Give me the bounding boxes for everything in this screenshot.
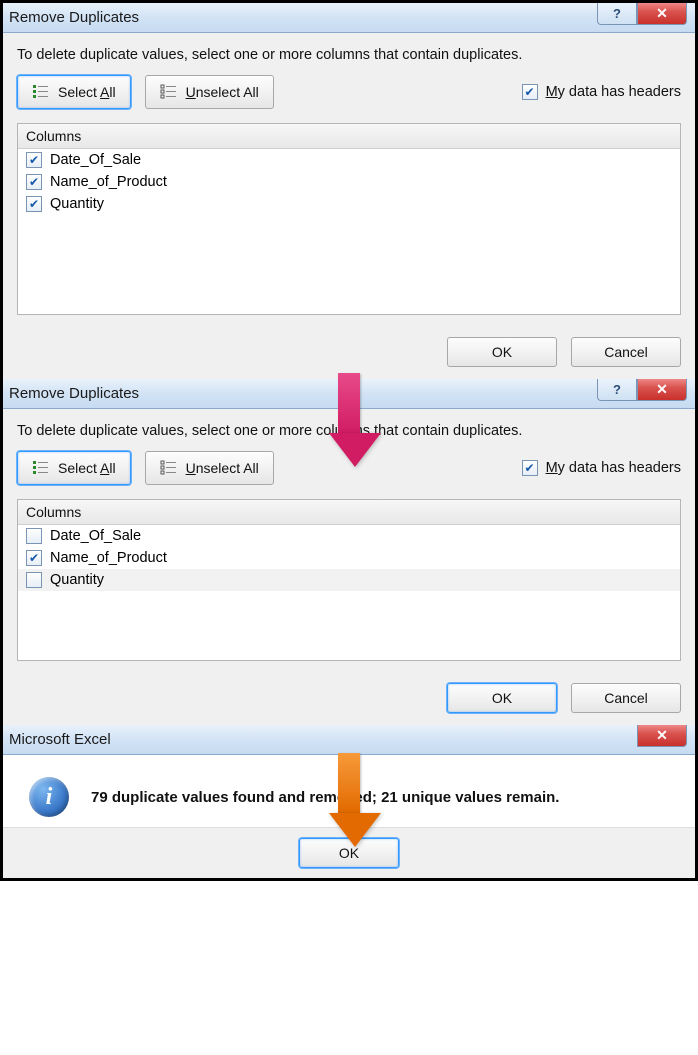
close-icon: ✕ [656, 5, 668, 22]
titlebar: Remove Duplicates ? ✕ [3, 3, 695, 33]
checkbox-icon[interactable] [26, 174, 42, 190]
columns-panel: Columns Date_Of_Sale Name_of_Product Qua… [17, 123, 681, 315]
my-data-has-headers-label: My data has headers [546, 460, 681, 476]
select-all-icon [32, 83, 50, 101]
unselect-all-button[interactable]: Unselect All [145, 451, 274, 485]
ok-button[interactable]: OK [447, 683, 557, 713]
info-icon: i [29, 777, 69, 817]
my-data-has-headers-label: My data has headers [546, 84, 681, 100]
dialog-title: Remove Duplicates [9, 9, 139, 26]
instruction-text: To delete duplicate values, select one o… [17, 423, 681, 439]
ok-button[interactable]: OK [447, 337, 557, 367]
columns-list[interactable]: Date_Of_Sale Name_of_Product Quantity [18, 149, 680, 314]
column-label: Date_Of_Sale [50, 528, 141, 544]
column-row[interactable]: Date_Of_Sale [18, 525, 680, 547]
close-icon: ✕ [656, 727, 668, 744]
unselect-all-icon [160, 459, 178, 477]
checkbox-icon[interactable] [26, 152, 42, 168]
columns-panel: Columns Date_Of_Sale Name_of_Product Qua… [17, 499, 681, 661]
unselect-all-label: Unselect All [186, 84, 259, 100]
column-label: Quantity [50, 572, 104, 588]
select-all-label: Select All [58, 84, 116, 100]
checkbox-icon[interactable] [26, 196, 42, 212]
close-button[interactable]: ✕ [637, 379, 687, 401]
column-row[interactable]: Name_of_Product [18, 547, 680, 569]
select-all-icon [32, 459, 50, 477]
my-data-has-headers-checkbox[interactable]: My data has headers [522, 84, 681, 100]
column-label: Quantity [50, 196, 104, 212]
ok-button[interactable]: OK [299, 838, 399, 868]
close-icon: ✕ [656, 381, 668, 398]
column-row[interactable]: Name_of_Product [18, 171, 680, 193]
checkbox-icon [522, 84, 538, 100]
close-button[interactable]: ✕ [637, 3, 687, 25]
column-label: Date_Of_Sale [50, 152, 141, 168]
columns-header: Columns [18, 124, 680, 149]
help-button[interactable]: ? [597, 379, 637, 401]
titlebar: Microsoft Excel ✕ [3, 725, 695, 755]
columns-list[interactable]: Date_Of_Sale Name_of_Product Quantity [18, 525, 680, 660]
column-label: Name_of_Product [50, 550, 167, 566]
help-button[interactable]: ? [597, 3, 637, 25]
checkbox-icon[interactable] [26, 528, 42, 544]
checkbox-icon [522, 460, 538, 476]
column-row[interactable]: Date_Of_Sale [18, 149, 680, 171]
dialog-title: Remove Duplicates [9, 385, 139, 402]
select-all-button[interactable]: Select All [17, 451, 131, 485]
select-all-button[interactable]: Select All [17, 75, 131, 109]
cancel-button[interactable]: Cancel [571, 337, 681, 367]
unselect-all-button[interactable]: Unselect All [145, 75, 274, 109]
unselect-all-icon [160, 83, 178, 101]
column-row[interactable]: Quantity [18, 193, 680, 215]
my-data-has-headers-checkbox[interactable]: My data has headers [522, 460, 681, 476]
checkbox-icon[interactable] [26, 550, 42, 566]
dialog-title: Microsoft Excel [9, 731, 111, 748]
unselect-all-label: Unselect All [186, 460, 259, 476]
close-button[interactable]: ✕ [637, 725, 687, 747]
checkbox-icon[interactable] [26, 572, 42, 588]
column-row[interactable]: Quantity [18, 569, 680, 591]
remove-duplicates-dialog-1: Remove Duplicates ? ✕ To delete duplicat… [3, 3, 695, 379]
columns-header: Columns [18, 500, 680, 525]
cancel-button[interactable]: Cancel [571, 683, 681, 713]
remove-duplicates-dialog-2: Remove Duplicates ? ✕ To delete duplicat… [3, 379, 695, 725]
column-label: Name_of_Product [50, 174, 167, 190]
instruction-text: To delete duplicate values, select one o… [17, 47, 681, 63]
titlebar: Remove Duplicates ? ✕ [3, 379, 695, 409]
message-text: 79 duplicate values found and removed; 2… [91, 789, 559, 806]
select-all-label: Select All [58, 460, 116, 476]
result-message-box: Microsoft Excel ✕ i 79 duplicate values … [3, 725, 695, 878]
